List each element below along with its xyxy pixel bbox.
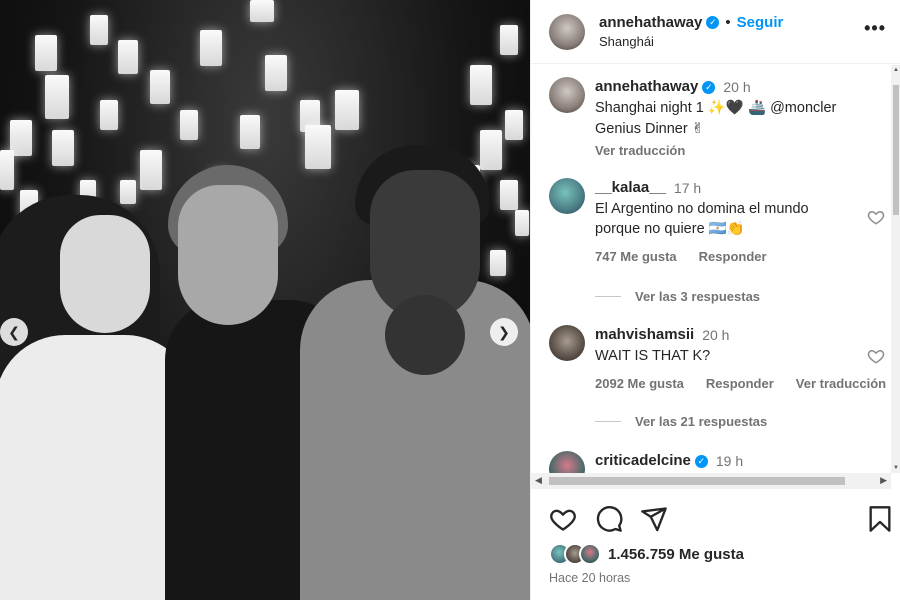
paper-lantern [470,65,492,105]
paper-lantern [45,75,69,119]
person-2-face [178,185,278,325]
scrollbar-thumb[interactable] [893,85,899,215]
paper-lantern [118,40,138,74]
see-translation-link[interactable]: Ver traducción [595,141,685,161]
post-sidebar: annehathaway ✓ • Seguir Shanghái ••• ann… [530,0,900,600]
verified-badge-icon: ✓ [694,454,708,468]
separator-dot: • [725,14,731,31]
scroll-left-icon[interactable]: ◀ [535,475,542,486]
scroll-right-icon[interactable]: ▶ [880,475,887,486]
scroll-up-icon[interactable]: ▲ [891,67,900,73]
action-bar [549,505,894,535]
chevron-left-icon: ❮ [8,323,20,340]
paper-lantern [480,130,502,170]
paper-lantern [250,0,274,22]
verified-badge-icon: ✓ [706,16,720,29]
comment-item: __kalaa__ 17 h El Argentino no domina el… [549,178,889,267]
paper-lantern [265,55,287,91]
paper-plane-icon[interactable] [640,505,668,533]
likes-count[interactable]: 1.456.759 Me gusta [608,546,744,563]
author-avatar[interactable] [549,77,585,113]
paper-lantern [505,110,523,140]
likes-summary: 1.456.759 Me gusta [549,543,744,565]
horizontal-scrollbar[interactable]: ◀ ▶ [531,473,891,489]
scroll-down-icon[interactable]: ▼ [891,465,900,471]
more-options-icon[interactable]: ••• [864,18,886,39]
commenter-username[interactable]: mahvishamsii [595,325,694,345]
caption-time[interactable]: 20 h [723,77,750,97]
paper-lantern [180,110,198,140]
verified-badge-icon: ✓ [702,80,716,94]
heart-icon[interactable] [549,505,577,533]
comment-likes[interactable]: 747 Me gusta [595,247,677,267]
reply-button[interactable]: Responder [706,374,774,394]
paper-lantern [500,25,518,55]
liker-avatar [579,543,601,565]
caption-line-2: Genius Dinner ✌ [595,121,704,137]
comment-item: mahvishamsii 20 h WAIT IS THAT K? 2092 M… [549,325,889,394]
paper-lantern [120,180,136,204]
paper-lantern [240,115,260,149]
paper-lantern [515,210,529,236]
chevron-right-icon: ❯ [498,323,510,340]
comment-likes[interactable]: 2092 Me gusta [595,374,684,394]
heart-icon[interactable] [867,347,885,365]
caption-line-1: Shanghai night 1 ✨🖤 🚢 @moncler [595,100,837,116]
follow-button[interactable]: Seguir [737,14,784,31]
comments-section[interactable]: annehathaway ✓ 20 h Shanghai night 1 ✨🖤 … [531,65,891,473]
next-photo-button[interactable]: ❯ [490,318,518,346]
comment-bubble-icon[interactable] [595,505,623,533]
paper-lantern [500,180,518,210]
comment-time[interactable]: 17 h [674,178,701,198]
comment-item: criticadelcine ✓ 19 h [549,451,889,473]
view-replies-button[interactable]: Ver las 21 respuestas [595,414,767,429]
comment-text: WAIT IS THAT K? [595,348,711,364]
commenter-avatar[interactable] [549,451,585,473]
paper-lantern [490,250,506,276]
paper-lantern [52,130,74,166]
bookmark-icon[interactable] [866,505,894,533]
comment-time[interactable]: 20 h [702,325,729,345]
scrollbar-thumb[interactable] [549,477,845,485]
paper-lantern [305,125,331,169]
author-username[interactable]: annehathaway [599,14,702,31]
commenter-username[interactable]: criticadelcine [595,451,691,471]
see-translation-link[interactable]: Ver traducción [796,374,886,394]
paper-lantern [35,35,57,71]
commenter-avatar[interactable] [549,325,585,361]
comment-text: El Argentino no domina el mundo porque n… [595,201,809,237]
author-avatar[interactable] [549,13,585,50]
vertical-scrollbar[interactable]: ▲ ▼ [891,65,900,473]
previous-photo-button[interactable]: ❮ [0,318,28,346]
paper-lantern [200,30,222,66]
person-3-hand [385,295,465,375]
paper-lantern [335,90,359,130]
caption-username[interactable]: annehathaway [595,77,698,97]
heart-icon[interactable] [867,208,885,226]
view-replies-button[interactable]: Ver las 3 respuestas [595,289,760,304]
paper-lantern [140,150,162,190]
paper-lantern [0,150,14,190]
posted-time[interactable]: Hace 20 horas [549,571,630,585]
comment-time[interactable]: 19 h [716,451,743,471]
post-photo[interactable]: ❮ ❯ [0,0,530,600]
person-1-face [60,215,150,333]
paper-lantern [150,70,170,104]
paper-lantern [100,100,118,130]
post-caption: annehathaway ✓ 20 h Shanghai night 1 ✨🖤 … [549,77,889,161]
reply-button[interactable]: Responder [699,247,767,267]
post-location[interactable]: Shanghái [599,34,783,49]
paper-lantern [90,15,108,45]
post-header: annehathaway ✓ • Seguir Shanghái ••• [531,0,900,64]
commenter-username[interactable]: __kalaa__ [595,178,666,198]
commenter-avatar[interactable] [549,178,585,214]
